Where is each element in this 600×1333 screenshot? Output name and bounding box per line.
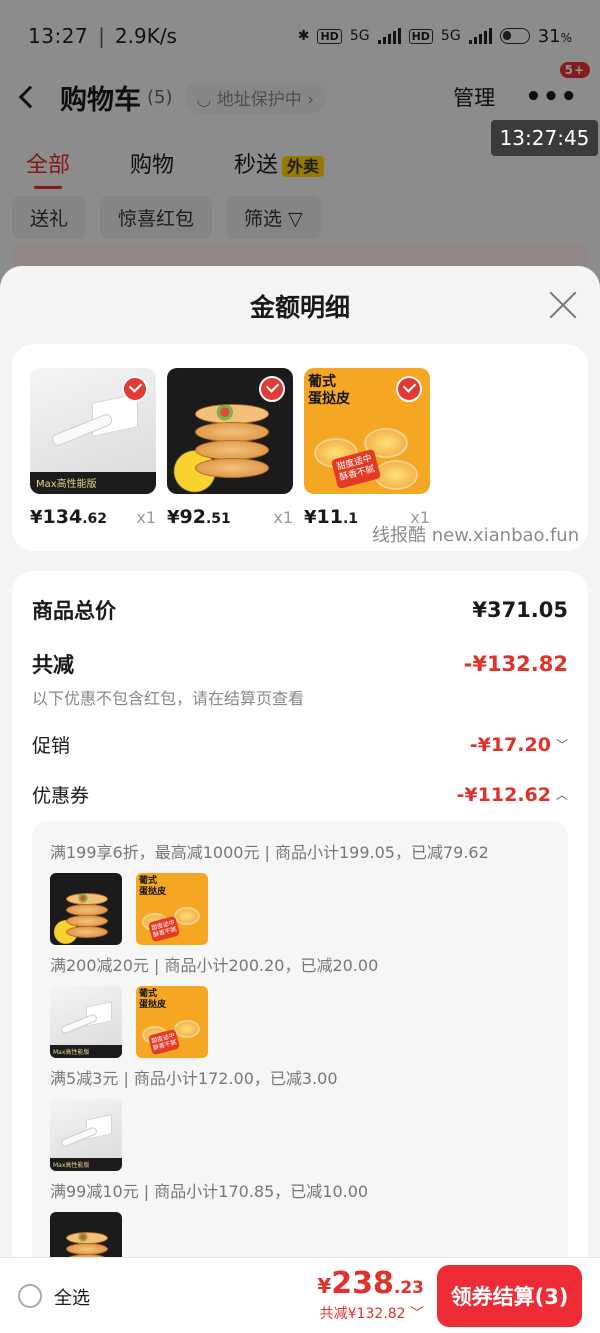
total-saved: 共减¥132.82 ﹀ [317,1303,424,1323]
currency-symbol: ¥ [167,507,180,528]
thumb-title: 葡式 蛋挞皮 [139,876,167,897]
product-item[interactable]: Max高性能版 ¥ 134 .62 x1 [30,368,156,528]
coupon-rule: 满5减3元 | 商品小计172.00，已减3.00 [50,1069,338,1088]
selected-products-card: Max高性能版 ¥ 134 .62 x1 ¥ 92 .51 x1 葡式 蛋挞皮 … [12,344,588,551]
coupon-rule: 满199享6折，最高减1000元 | 商品小计199.05，已减79.62 [50,843,489,862]
price-integer: 134 [42,506,83,528]
reduction-note: 以下优惠不包含红包，请在结算页查看 [32,689,305,708]
price-breakdown-card: 商品总价 ¥371.05 共减 -¥132.82 以下优惠不包含红包，请在结算页… [12,571,588,1333]
price-decimal: .51 [205,511,231,527]
total-price-label: 商品总价 [32,599,116,623]
checked-icon[interactable] [259,376,285,402]
amount-detail-sheet: 金额明细 Max高性能版 ¥ 134 .62 x1 ¥ 92 .51 x1 葡式… [0,266,600,1333]
product-price-row: ¥ 134 .62 x1 [30,506,156,528]
sheet-title: 金额明细 [249,293,350,322]
price-decimal: .62 [82,511,108,527]
promotion-row[interactable]: 促销 -¥17.20 ﹀ [32,731,568,758]
coupon-row[interactable]: 优惠券 -¥112.62 ︿ [32,781,568,808]
thumb-title: 葡式 蛋挞皮 [308,374,350,407]
product-quantity: x1 [273,508,293,527]
checkout-button[interactable]: 领券结算(3) [437,1265,582,1327]
currency-symbol: ¥ [30,507,43,528]
chevron-down-icon: ﹀ [410,1306,424,1322]
coupon-product-thumbnail: Max高性能版 [50,1099,122,1171]
total-price-row: 商品总价 ¥371.05 [32,595,568,625]
product-thumbnail: 葡式 蛋挞皮 甜度适中 酥香不腻 [304,368,430,494]
chevron-down-icon[interactable]: ﹀ [556,736,568,753]
thumb-caption: Max高性能版 [53,1049,90,1056]
product-thumbnail: Max高性能版 [30,368,156,494]
total-price-value: ¥371.05 [472,598,568,622]
product-thumbnail [167,368,293,494]
coupon-value: -¥112.62 [456,783,551,806]
coupon-product-thumbnail: 葡式 蛋挞皮 甜度适中 酥香不腻 [136,873,208,945]
product-price-row: ¥ 92 .51 x1 [167,506,293,528]
checkout-bar: 全选 ¥ 238 .23 共减¥132.82 ﹀ 领券结算(3) [0,1257,600,1333]
coupon-product-thumbnail: 葡式 蛋挞皮 甜度适中 酥香不腻 [136,986,208,1058]
total-decimal: .23 [393,1278,424,1298]
currency-symbol: ¥ [304,507,317,528]
select-all-label[interactable]: 全选 [54,1284,90,1310]
product-item[interactable]: 葡式 蛋挞皮 甜度适中 酥香不腻 ¥ 11 .1 x1 [304,368,430,528]
coupon-rule: 满99减10元 | 商品小计170.85，已减10.00 [50,1182,369,1201]
coupon-rule: 满200减20元 | 商品小计200.20，已减20.00 [50,956,379,975]
coupon-label: 优惠券 [32,785,90,807]
thumb-caption: Max高性能版 [53,1162,90,1169]
checkout-total[interactable]: ¥ 238 .23 共减¥132.82 ﹀ [317,1266,424,1323]
total-saved-label: 共减¥132.82 [319,1306,406,1322]
total-reduction-row: 共减 -¥132.82 [32,649,568,679]
total-integer: 238 [331,1266,394,1301]
total-amount: ¥ 238 .23 [317,1266,424,1301]
checked-icon[interactable] [122,376,148,402]
checked-icon[interactable] [396,376,422,402]
coupon-product-thumbnail: Max高性能版 [50,986,122,1058]
price-decimal: .1 [342,511,359,527]
total-currency: ¥ [317,1274,332,1298]
select-all-radio[interactable] [18,1284,42,1308]
total-reduction-value: -¥132.82 [463,652,568,676]
thumb-title: 葡式 蛋挞皮 [139,989,167,1010]
promotion-label: 促销 [32,735,71,757]
total-reduction-label: 共减 [32,653,74,677]
product-item[interactable]: ¥ 92 .51 x1 [167,368,293,528]
thumb-caption: Max高性能版 [36,479,97,490]
promotion-value: -¥17.20 [469,733,551,756]
floating-clock: 13:27:45 [491,120,598,156]
price-integer: 11 [316,506,343,528]
price-integer: 92 [179,506,206,528]
chevron-up-icon[interactable]: ︿ [556,786,568,803]
watermark-text: 线报酷 new.xianbao.fun [372,525,580,546]
close-icon[interactable] [548,290,578,320]
coupon-product-thumbnail [50,873,122,945]
product-quantity: x1 [136,508,156,527]
